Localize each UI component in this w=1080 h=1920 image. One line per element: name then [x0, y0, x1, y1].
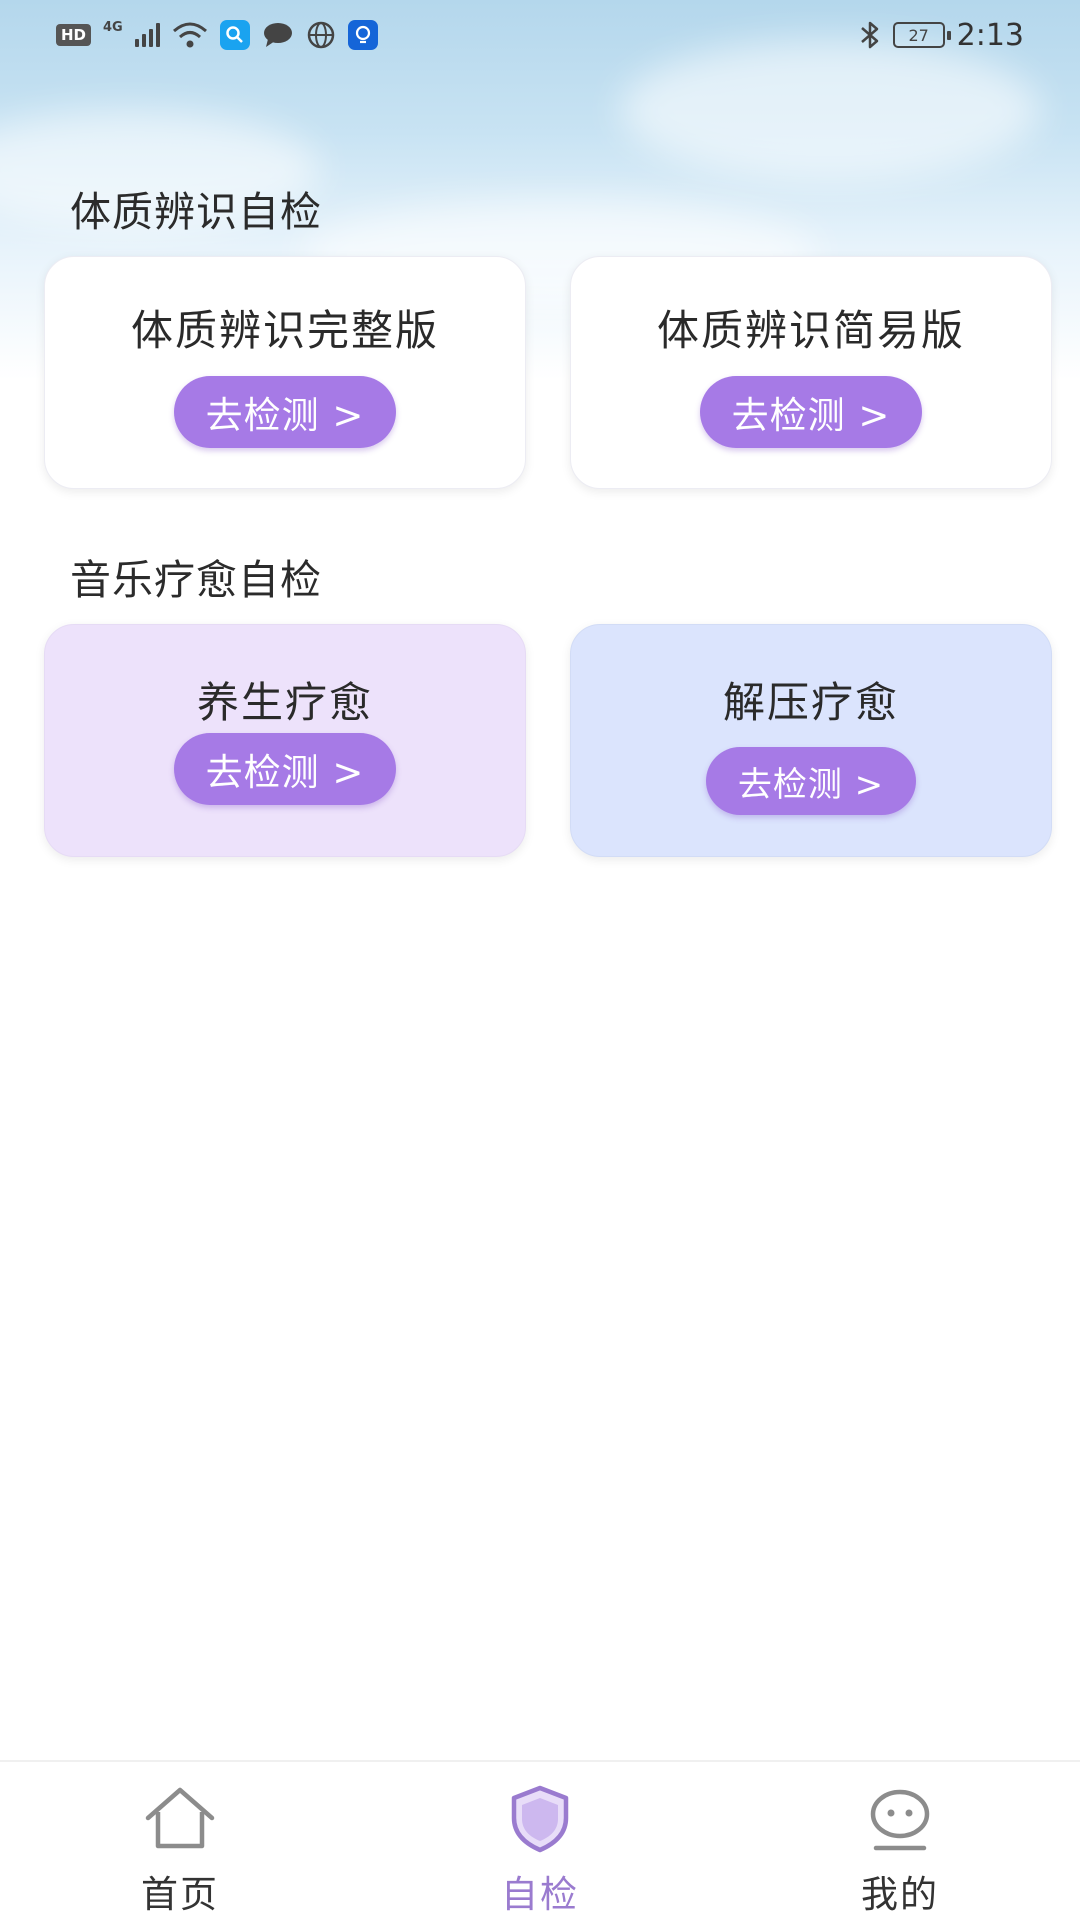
- network-type: 4G: [103, 19, 123, 35]
- status-bar: HD 4G 27 2:13: [0, 0, 1080, 70]
- nav-label-home: 首页: [141, 1873, 219, 1916]
- signal-icon: [134, 23, 160, 47]
- battery-level: 27: [908, 25, 929, 45]
- message-icon: [263, 23, 292, 47]
- card-title: 养生疗愈: [196, 678, 373, 727]
- shield-icon: [511, 1785, 569, 1853]
- card-constitution-full[interactable]: 体质辨识完整版 去检测 >: [44, 256, 526, 489]
- bottom-navigation: 首页 自检 我的: [0, 1760, 1080, 1920]
- section-title-music: 音乐疗愈自检: [70, 556, 322, 604]
- search-app-icon: [219, 20, 250, 50]
- nav-label-self-check: 自检: [501, 1873, 579, 1916]
- card-constitution-simple[interactable]: 体质辨识简易版 去检测 >: [570, 256, 1052, 489]
- nav-item-mine[interactable]: 我的: [790, 1762, 1010, 1920]
- nav-item-home[interactable]: 首页: [70, 1762, 290, 1920]
- nav-label-mine: 我的: [861, 1873, 939, 1916]
- go-test-button[interactable]: 去检测 >: [174, 733, 396, 805]
- card-stress-healing[interactable]: 解压疗愈 去检测 >: [570, 624, 1052, 857]
- screen: HD 4G 27 2:13 体质辨识自检 体质辨识完整版 去检测 > 体质辨识简…: [0, 0, 1080, 1920]
- status-bar-right: 27 2:13: [859, 18, 1024, 53]
- status-bar-left: HD 4G: [56, 20, 378, 50]
- hd-badge: HD: [56, 24, 92, 46]
- card-wellness-healing[interactable]: 养生疗愈 去检测 >: [44, 624, 526, 857]
- nav-item-self-check[interactable]: 自检: [430, 1762, 650, 1920]
- card-title: 体质辨识简易版: [656, 306, 965, 355]
- card-title: 体质辨识完整版: [130, 306, 439, 355]
- globe-icon: [307, 21, 334, 49]
- bulb-app-icon: [347, 20, 378, 50]
- go-test-button[interactable]: 去检测 >: [174, 376, 396, 448]
- go-test-button[interactable]: 去检测 >: [706, 747, 916, 815]
- go-test-button[interactable]: 去检测 >: [700, 376, 922, 448]
- clock: 2:13: [956, 17, 1024, 53]
- card-title: 解压疗愈: [722, 678, 899, 727]
- face-chat-icon: [870, 1789, 930, 1851]
- home-icon: [145, 1787, 215, 1849]
- wifi-icon: [172, 22, 207, 48]
- bluetooth-icon: [860, 21, 878, 49]
- section-title-constitution: 体质辨识自检: [70, 188, 322, 236]
- battery-icon: 27: [892, 22, 951, 48]
